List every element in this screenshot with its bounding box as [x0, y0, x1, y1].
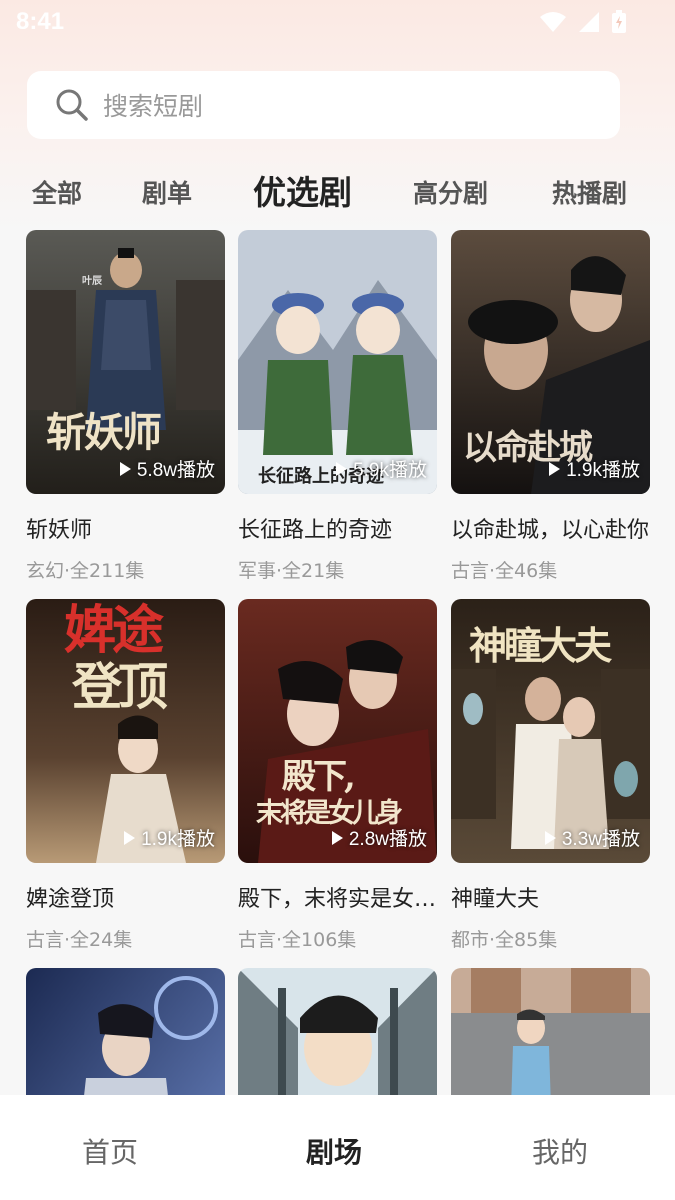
drama-card[interactable]: 殿下, 末将是女儿身 2.8w播放 殿下，末将实是女儿身 古言·全106集: [238, 599, 437, 952]
drama-card[interactable]: 长征路上的奇迹 5.9k播放 长征路上的奇迹 军事·全21集: [238, 230, 437, 583]
poster-title-art-2: 登顶: [72, 657, 168, 716]
drama-card[interactable]: 斩妖师 叶辰 5.8w播放 斩妖师 玄幻·全211集: [26, 230, 225, 583]
play-icon: [331, 830, 343, 845]
play-icon: [544, 830, 556, 845]
nav-home[interactable]: 首页: [82, 1131, 138, 1171]
play-icon: [124, 830, 136, 845]
poster-image: [26, 968, 225, 1100]
nav-profile[interactable]: 我的: [532, 1131, 588, 1171]
poster-title-art: 斩妖师: [46, 409, 162, 456]
poster-title-art: 神瞳大夫: [469, 623, 612, 668]
drama-meta: 玄幻·全211集: [26, 560, 145, 582]
status-bar: 8:41: [0, 0, 675, 46]
play-count: 1.9k播放: [549, 455, 640, 482]
drama-poster[interactable]: 斩妖师 叶辰 5.8w播放: [26, 230, 225, 494]
drama-poster[interactable]: 神瞳大夫 3.3w播放: [451, 599, 650, 863]
drama-meta: 军事·全21集: [238, 560, 345, 582]
drama-meta: 古言·全46集: [451, 560, 558, 582]
play-icon: [549, 461, 561, 476]
drama-title[interactable]: 斩妖师: [26, 512, 225, 544]
drama-poster[interactable]: 婢途 登顶 1.9k播放: [26, 599, 225, 863]
drama-meta: 古言·全106集: [238, 929, 357, 951]
search-input[interactable]: 搜索短剧: [27, 71, 620, 139]
drama-title[interactable]: 以命赴城，以心赴你: [451, 512, 650, 544]
play-count: 5.9k播放: [336, 455, 427, 482]
drama-meta: 古言·全24集: [26, 929, 133, 951]
bottom-nav: 首页 剧场 我的: [0, 1095, 675, 1200]
category-tabs: 全部 剧单 优选剧 高分剧 热播剧: [0, 160, 675, 220]
tab-top-rated[interactable]: 高分剧: [413, 174, 488, 210]
drama-grid: 斩妖师 叶辰 5.8w播放 斩妖师 玄幻·全211集 长征路上的奇迹 5.9k播…: [0, 230, 675, 1100]
status-icons: [539, 10, 627, 34]
play-count: 2.8w播放: [331, 824, 427, 851]
play-count-label: 1.9k播放: [566, 460, 640, 481]
drama-title[interactable]: 神瞳大夫: [451, 881, 650, 913]
play-count-label: 1.9k播放: [141, 829, 215, 850]
drama-poster[interactable]: 以命赴城 1.9k播放: [451, 230, 650, 494]
poster-caption: 叶辰: [82, 276, 102, 287]
play-icon: [119, 461, 131, 476]
drama-poster[interactable]: [26, 968, 225, 1100]
play-count: 1.9k播放: [124, 824, 215, 851]
tab-featured[interactable]: 优选剧: [253, 166, 352, 214]
play-count: 5.8w播放: [119, 455, 215, 482]
tab-all[interactable]: 全部: [32, 174, 82, 210]
search-placeholder: 搜索短剧: [103, 92, 204, 121]
drama-card[interactable]: [451, 968, 650, 1100]
drama-poster[interactable]: [451, 968, 650, 1100]
drama-card[interactable]: 婢途 登顶 1.9k播放 婢途登顶 古言·全24集: [26, 599, 225, 952]
status-time: 8:41: [16, 8, 65, 35]
tab-trending[interactable]: 热播剧: [552, 174, 627, 210]
drama-poster[interactable]: 殿下, 末将是女儿身 2.8w播放: [238, 599, 437, 863]
drama-meta: 都市·全85集: [451, 929, 558, 951]
tab-playlist[interactable]: 剧单: [142, 174, 192, 210]
drama-card[interactable]: 神瞳大夫 3.3w播放 神瞳大夫 都市·全85集: [451, 599, 650, 952]
play-count-label: 5.8w播放: [136, 460, 215, 481]
drama-poster[interactable]: [238, 968, 437, 1100]
play-count: 3.3w播放: [544, 824, 640, 851]
nav-theater[interactable]: 剧场: [306, 1131, 362, 1171]
play-count-label: 5.9k播放: [353, 460, 427, 481]
poster-image: [451, 968, 650, 1100]
drama-card[interactable]: [238, 968, 437, 1100]
poster-image: [238, 968, 437, 1100]
drama-title[interactable]: 长征路上的奇迹: [238, 512, 437, 544]
wifi-icon: [540, 12, 566, 32]
drama-card[interactable]: 以命赴城 1.9k播放 以命赴城，以心赴你 古言·全46集: [451, 230, 650, 583]
drama-card[interactable]: [26, 968, 225, 1100]
drama-title[interactable]: 婢途登顶: [26, 881, 225, 913]
drama-title[interactable]: 殿下，末将实是女儿身: [238, 881, 437, 913]
play-icon: [336, 461, 348, 476]
signal-icon: [579, 12, 599, 32]
play-count-label: 2.8w播放: [348, 829, 427, 850]
poster-title-art: 婢途: [64, 600, 164, 661]
search-icon: [56, 89, 88, 121]
drama-poster[interactable]: 长征路上的奇迹 5.9k播放: [238, 230, 437, 494]
battery-icon: [612, 10, 626, 33]
play-count-label: 3.3w播放: [561, 829, 640, 850]
